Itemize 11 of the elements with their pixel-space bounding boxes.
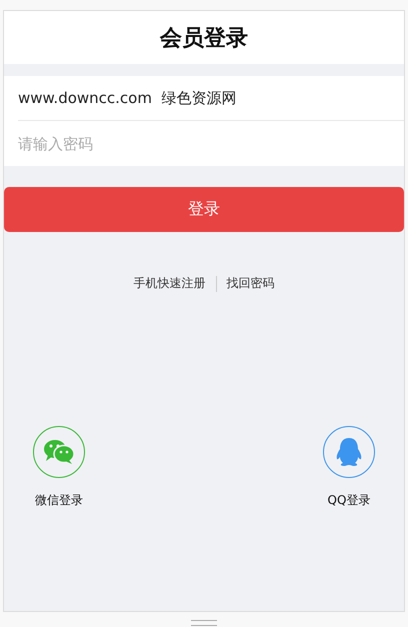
login-option-label: 微信登录 <box>35 492 83 509</box>
page-title: 会员登录 <box>160 24 248 52</box>
wechat-login-button[interactable] <box>33 426 85 478</box>
qq-login-button[interactable] <box>323 426 375 478</box>
drag-handle[interactable] <box>191 620 217 626</box>
login-option-label: QQ登录 <box>328 492 370 509</box>
text-link[interactable]: 手机快速注册 <box>134 275 206 292</box>
text-link[interactable]: 找回密码 <box>226 275 274 292</box>
penguin-icon <box>335 437 363 467</box>
login-button[interactable]: 登录 <box>4 187 404 232</box>
chat-bubbles-icon <box>43 439 75 465</box>
